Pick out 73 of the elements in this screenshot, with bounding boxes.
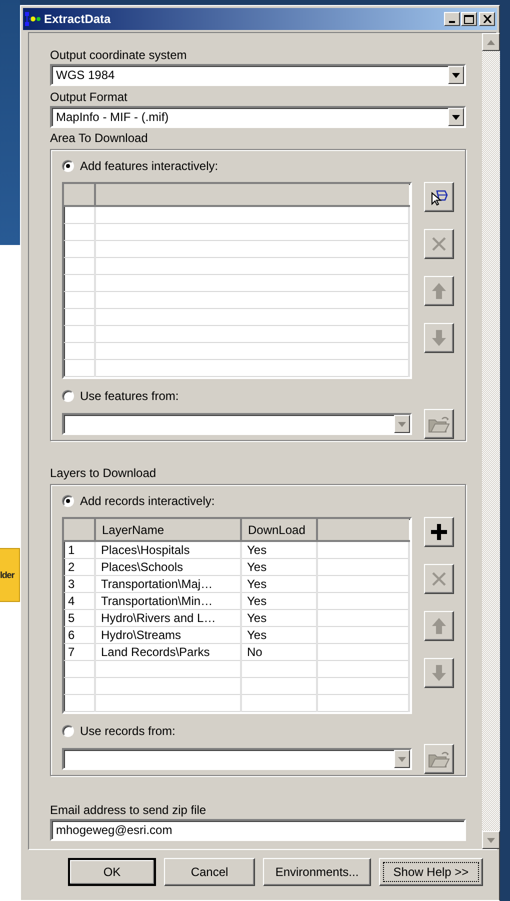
browse-button[interactable] xyxy=(424,744,454,774)
dialog-button[interactable]: Cancel xyxy=(164,858,255,886)
folder-icon xyxy=(428,750,450,768)
email-field[interactable]: mhogeweg@esri.com xyxy=(50,819,466,841)
dropdown-field[interactable]: WGS 1984 xyxy=(50,64,466,86)
radio-button[interactable] xyxy=(62,160,74,172)
plus-icon xyxy=(429,522,449,542)
table-cell: No xyxy=(241,644,317,660)
desktop-button[interactable]: lder xyxy=(0,548,20,602)
row-number: 5 xyxy=(64,610,95,626)
table-cell: Yes xyxy=(241,592,317,610)
table-cell: Land Records\Parks xyxy=(95,644,241,660)
radio-option[interactable]: Add records interactively: xyxy=(62,492,454,509)
row-number: 4 xyxy=(64,592,95,610)
table-cell: Yes xyxy=(241,558,317,576)
table-cell: Hydro\Rivers and L… xyxy=(95,610,241,626)
column-header[interactable]: LayerName xyxy=(95,519,241,541)
browse-button[interactable] xyxy=(424,409,454,439)
table-cell: Yes xyxy=(241,541,317,558)
row-number: 1 xyxy=(64,541,95,558)
table-cell: Transportation\Min… xyxy=(95,592,241,610)
row-number: 2 xyxy=(64,558,95,576)
table-cell: Transportation\Maj… xyxy=(95,576,241,592)
scroll-up-button[interactable] xyxy=(482,33,500,51)
add-button[interactable] xyxy=(424,517,454,547)
folder-icon xyxy=(428,415,450,433)
table-cell: Yes xyxy=(241,626,317,644)
scroll-up-icon xyxy=(487,40,495,44)
radio-option[interactable]: Use records from: xyxy=(62,722,454,739)
section-label: Area To Download xyxy=(50,131,149,146)
radio-button[interactable] xyxy=(62,724,74,736)
table-cell: Places\Hospitals xyxy=(95,541,241,558)
app-icon xyxy=(25,12,41,26)
field-label: Email address to send zip file xyxy=(50,803,208,818)
field-label: Output coordinate system xyxy=(50,48,188,63)
table-cell: Yes xyxy=(241,610,317,626)
maximize-icon xyxy=(464,14,474,24)
maximize-button[interactable] xyxy=(461,12,477,26)
radio-button[interactable] xyxy=(62,390,74,402)
dialog-button[interactable]: Show Help >> xyxy=(379,858,483,886)
radio-option[interactable]: Use features from: xyxy=(62,387,454,404)
up-arrow-icon xyxy=(431,282,447,300)
dialog-button[interactable]: OK xyxy=(68,858,156,886)
column-header[interactable]: DownLoad xyxy=(241,519,317,541)
delete-icon xyxy=(430,235,448,253)
scroll-down-icon xyxy=(487,838,495,842)
delete-icon xyxy=(430,570,448,588)
data-grid[interactable] xyxy=(62,182,412,379)
table-cell: Hydro\Streams xyxy=(95,626,241,644)
down-arrow-icon xyxy=(431,329,447,347)
dialog-button[interactable]: Environments... xyxy=(263,858,371,886)
scroll-down-button[interactable] xyxy=(482,831,500,849)
window-title: ExtractData xyxy=(44,12,112,26)
radio-button[interactable] xyxy=(62,494,74,506)
close-icon xyxy=(482,15,492,23)
dropdown-field[interactable]: MapInfo - MIF - (.mif) xyxy=(50,106,466,128)
row-number: 7 xyxy=(64,644,95,660)
row-number: 3 xyxy=(64,576,95,592)
minimize-button[interactable] xyxy=(444,12,460,26)
radio-option[interactable]: Add features interactively: xyxy=(62,157,454,174)
down-arrow-icon xyxy=(431,664,447,682)
close-button[interactable] xyxy=(479,12,495,26)
dropdown-field[interactable] xyxy=(62,748,412,770)
table-cell: Places\Schools xyxy=(95,558,241,576)
row-number: 6 xyxy=(64,626,95,644)
dropdown-field[interactable] xyxy=(62,413,412,435)
select-tool-button[interactable] xyxy=(424,182,454,212)
section-label: Layers to Download xyxy=(50,466,158,481)
scrollbar[interactable] xyxy=(482,33,500,849)
field-label: Output Format xyxy=(50,90,128,105)
table-cell: Yes xyxy=(241,576,317,592)
up-arrow-icon xyxy=(431,617,447,635)
data-grid[interactable]: LayerName DownLoad 1 Places\Hospitals Yes 2 Places\Schools Yes 3 Transportation\Maj… Yes 4 Transportation\Min… Yes 5 Hydro\Rivers and L… Yes 6 Hydro\Streams Yes 7 Land Records\Parks No xyxy=(62,517,412,714)
